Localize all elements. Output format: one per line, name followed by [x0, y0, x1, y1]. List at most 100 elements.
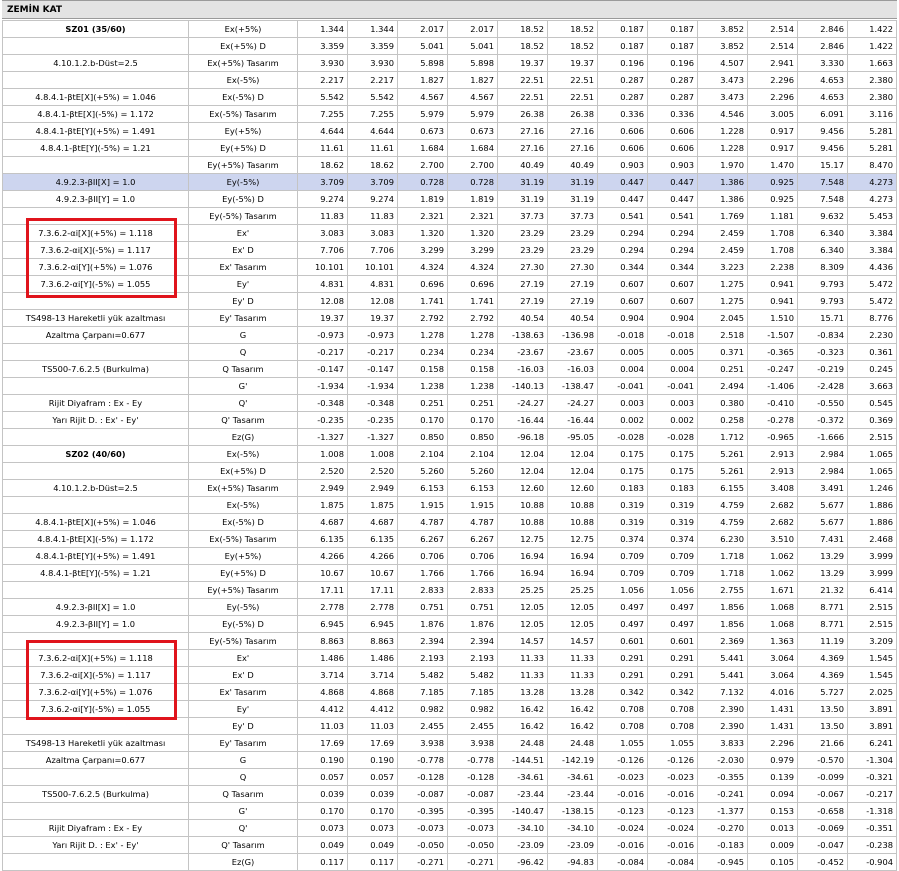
value-cell: 0.497 — [647, 598, 698, 616]
value-cell: 4.759 — [697, 496, 748, 514]
value-cell: 3.359 — [297, 37, 348, 55]
value-cell: -0.018 — [647, 326, 698, 344]
value-cell: 0.175 — [647, 462, 698, 480]
value-cell: 13.29 — [797, 547, 848, 565]
value-cell: 0.183 — [647, 479, 698, 497]
value-cell: 12.05 — [497, 598, 548, 616]
value-cell: 0.153 — [747, 802, 798, 820]
value-cell: -0.073 — [447, 819, 498, 837]
value-cell: 0.903 — [597, 156, 648, 174]
value-cell: 27.16 — [497, 139, 548, 157]
load-case: Ey(-5%) — [188, 598, 298, 616]
value-cell: 2.518 — [697, 326, 748, 344]
value-cell: -0.050 — [397, 836, 448, 854]
value-cell: 0.342 — [647, 683, 698, 701]
value-cell: 0.009 — [747, 836, 798, 854]
value-cell: 1.741 — [447, 292, 498, 310]
value-cell: 2.217 — [347, 71, 398, 89]
value-cell: 23.29 — [497, 241, 548, 259]
value-cell: 3.714 — [347, 666, 398, 684]
value-cell: -0.050 — [447, 836, 498, 854]
value-cell: 0.447 — [647, 173, 698, 191]
value-cell: 1.486 — [347, 649, 398, 667]
row-label — [2, 768, 189, 786]
value-cell: 18.62 — [347, 156, 398, 174]
value-cell: -140.13 — [497, 377, 548, 395]
value-cell: 2.104 — [447, 445, 498, 463]
value-cell: 0.094 — [747, 785, 798, 803]
value-cell: 0.013 — [747, 819, 798, 837]
row-label — [2, 428, 189, 446]
value-cell: 0.447 — [597, 190, 648, 208]
row-label: 7.3.6.2-αi[X](-5%) = 1.117 — [2, 666, 189, 684]
value-cell: 27.30 — [547, 258, 598, 276]
value-cell: 0.319 — [647, 513, 698, 531]
value-cell: 0.319 — [647, 496, 698, 514]
value-cell: -0.067 — [797, 785, 848, 803]
row-label: 4.9.2.3-βII[X] = 1.0 — [2, 173, 189, 191]
value-cell: 9.793 — [797, 275, 848, 293]
value-cell: 0.187 — [647, 37, 698, 55]
value-cell: 14.57 — [547, 632, 598, 650]
value-cell: 0.709 — [597, 564, 648, 582]
value-cell: 0.601 — [597, 632, 648, 650]
value-cell: 10.88 — [547, 496, 598, 514]
value-cell: -1.327 — [347, 428, 398, 446]
value-cell: 2.913 — [747, 462, 798, 480]
value-cell: 19.37 — [297, 309, 348, 327]
value-cell: -96.42 — [497, 853, 548, 871]
value-cell: 1.422 — [847, 20, 897, 38]
value-cell: -0.024 — [647, 819, 698, 837]
value-cell: 0.708 — [647, 700, 698, 718]
value-cell: -0.241 — [697, 785, 748, 803]
value-cell: 0.117 — [347, 853, 398, 871]
row-label: 4.8.4.1-βtE[Y](-5%) = 1.21 — [2, 564, 189, 582]
table-row: Ex(+5%) D 3.359 3.359 5.041 5.041 18.52 18.52 0… — [2, 37, 897, 55]
value-cell: -0.047 — [797, 836, 848, 854]
value-cell: 0.049 — [297, 836, 348, 854]
table-row: Ez(G) -1.327 -1.327 0.850 0.850 -96.18 -95.05-… — [2, 428, 897, 446]
value-cell: 3.359 — [347, 37, 398, 55]
value-cell: 3.852 — [697, 20, 748, 38]
value-cell: -0.069 — [797, 819, 848, 837]
table-row: 4.8.4.1-βtE[X](-5%) = 1.172 Ex(-5%) Tasar… — [2, 105, 897, 123]
value-cell: 2.390 — [697, 717, 748, 735]
value-cell: 13.28 — [547, 683, 598, 701]
value-cell: 0.004 — [647, 360, 698, 378]
table-row: Ey(+5%) Tasarım 18.62 18.62 2.700 2.700 40.49… — [2, 156, 897, 174]
value-cell: 15.71 — [797, 309, 848, 327]
value-cell: 0.708 — [647, 717, 698, 735]
value-cell: 1.008 — [297, 445, 348, 463]
value-cell: 5.441 — [697, 649, 748, 667]
value-cell: -0.016 — [597, 836, 648, 854]
value-cell: -0.217 — [297, 343, 348, 361]
value-cell: 1.055 — [647, 734, 698, 752]
value-cell: 12.04 — [547, 462, 598, 480]
value-cell: 1.065 — [847, 445, 897, 463]
table-row: Q -0.217 -0.217 0.234 0.234 -23.67 -23.67 0.005… — [2, 343, 897, 361]
row-label: 4.9.2.3-βII[Y] = 1.0 — [2, 190, 189, 208]
value-cell: 22.51 — [497, 88, 548, 106]
value-cell: 1.386 — [697, 173, 748, 191]
value-cell: 1.708 — [747, 224, 798, 242]
value-cell: -138.63 — [497, 326, 548, 344]
value-cell: 5.260 — [447, 462, 498, 480]
value-cell: -0.235 — [347, 411, 398, 429]
value-cell: 6.267 — [447, 530, 498, 548]
value-cell: 5.261 — [697, 445, 748, 463]
load-case: Q' — [188, 819, 298, 837]
value-cell: 1.708 — [747, 241, 798, 259]
load-case: Ex' Tasarım — [188, 258, 298, 276]
value-cell: 5.472 — [847, 292, 897, 310]
value-cell: 0.073 — [297, 819, 348, 837]
value-cell: -0.041 — [647, 377, 698, 395]
value-cell: 1.056 — [597, 581, 648, 599]
value-cell: 1.065 — [847, 462, 897, 480]
value-cell: 1.766 — [397, 564, 448, 582]
value-cell: 4.369 — [797, 649, 848, 667]
value-cell: 2.514 — [747, 37, 798, 55]
load-case: Ey' — [188, 700, 298, 718]
value-cell: -23.09 — [497, 836, 548, 854]
value-cell: 5.542 — [347, 88, 398, 106]
row-label: SZ02 (40/60) — [2, 445, 189, 463]
